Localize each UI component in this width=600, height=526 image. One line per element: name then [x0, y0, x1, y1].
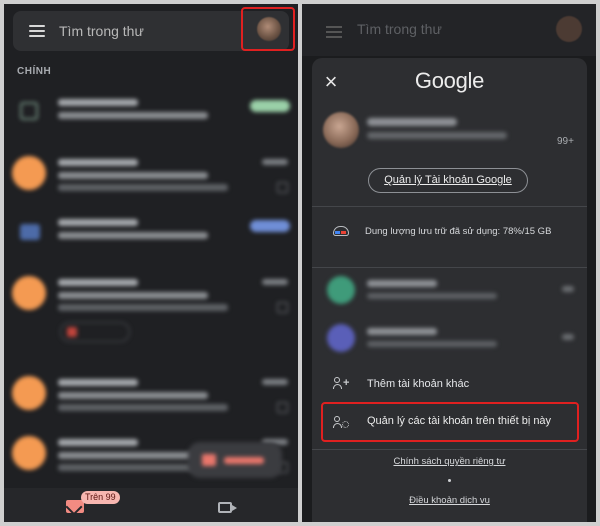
menu-icon	[326, 26, 342, 41]
add-account-button[interactable]: Thêm tài khoản khác	[367, 378, 469, 390]
account-name	[367, 118, 457, 126]
avatar	[556, 16, 582, 42]
search-input[interactable]: Tìm trong thư	[59, 23, 144, 39]
star-icon[interactable]	[277, 182, 288, 193]
list-item[interactable]	[4, 366, 298, 426]
close-icon[interactable]: ×	[321, 71, 341, 93]
list-item-spacer	[4, 326, 298, 366]
unread-badge: Trên 99	[81, 491, 120, 504]
storage-usage[interactable]: Dung lượng lưu trữ đã sử dụng: 78%/15 GB	[365, 226, 551, 237]
manage-devices-label: Quản lý các tài khoản trên thiết bị này	[367, 415, 552, 427]
mail-list	[4, 86, 298, 486]
star-icon[interactable]	[277, 302, 288, 313]
inbox-screen: Tìm trong thư CHÍNH Trên 99	[4, 4, 298, 522]
separator-dot	[448, 479, 451, 482]
list-item[interactable]	[4, 86, 298, 146]
sender-avatar	[12, 276, 46, 310]
manage-google-account-button[interactable]: Quản lý Tài khoản Google	[368, 168, 528, 193]
sender-avatar	[12, 156, 46, 190]
account-screen: Tìm trong thư Google × 99+ Quản lý Tài k…	[302, 4, 596, 522]
screenshot-frame: Tìm trong thư CHÍNH Trên 99 Tìm trong th…	[0, 0, 600, 526]
compose-button[interactable]	[188, 442, 282, 478]
mail-icon[interactable]	[66, 500, 84, 513]
account-sheet: Google × 99+ Quản lý Tài khoản Google Du…	[312, 58, 587, 522]
account-email	[367, 132, 507, 139]
attachment-chip[interactable]	[60, 322, 130, 342]
list-item[interactable]	[4, 206, 298, 266]
google-logo: Google	[414, 68, 485, 93]
avatar[interactable]	[257, 17, 281, 41]
divider	[312, 449, 587, 450]
other-account[interactable]	[312, 268, 587, 314]
add-person-icon: +	[333, 377, 349, 391]
star-icon[interactable]	[277, 402, 288, 413]
dimmed-header: Tìm trong thư	[302, 4, 596, 56]
list-item[interactable]	[4, 146, 298, 206]
cloud-icon	[333, 226, 349, 236]
section-label: CHÍNH	[17, 66, 52, 77]
manage-device-accounts-button[interactable]: Quản lý các tài khoản trên thiết bị này	[321, 402, 579, 442]
promotions-icon	[20, 102, 38, 120]
sender-avatar	[12, 436, 46, 470]
video-icon[interactable]	[218, 502, 237, 513]
divider	[312, 206, 587, 207]
bottom-nav: Trên 99	[4, 488, 298, 522]
list-item[interactable]	[4, 266, 298, 326]
other-account[interactable]	[312, 316, 587, 362]
terms-of-service-link[interactable]: Điều khoản dịch vụ	[312, 495, 587, 506]
sender-avatar	[12, 376, 46, 410]
menu-icon[interactable]	[29, 25, 45, 37]
social-icon	[20, 224, 40, 240]
unread-count: 99+	[557, 136, 574, 147]
account-avatar-button[interactable]	[241, 7, 295, 51]
manage-accounts-icon	[333, 416, 349, 430]
privacy-policy-link[interactable]: Chính sách quyền riêng tư	[312, 456, 587, 467]
avatar	[323, 112, 359, 148]
dimmed-search-text: Tìm trong thư	[357, 21, 442, 37]
